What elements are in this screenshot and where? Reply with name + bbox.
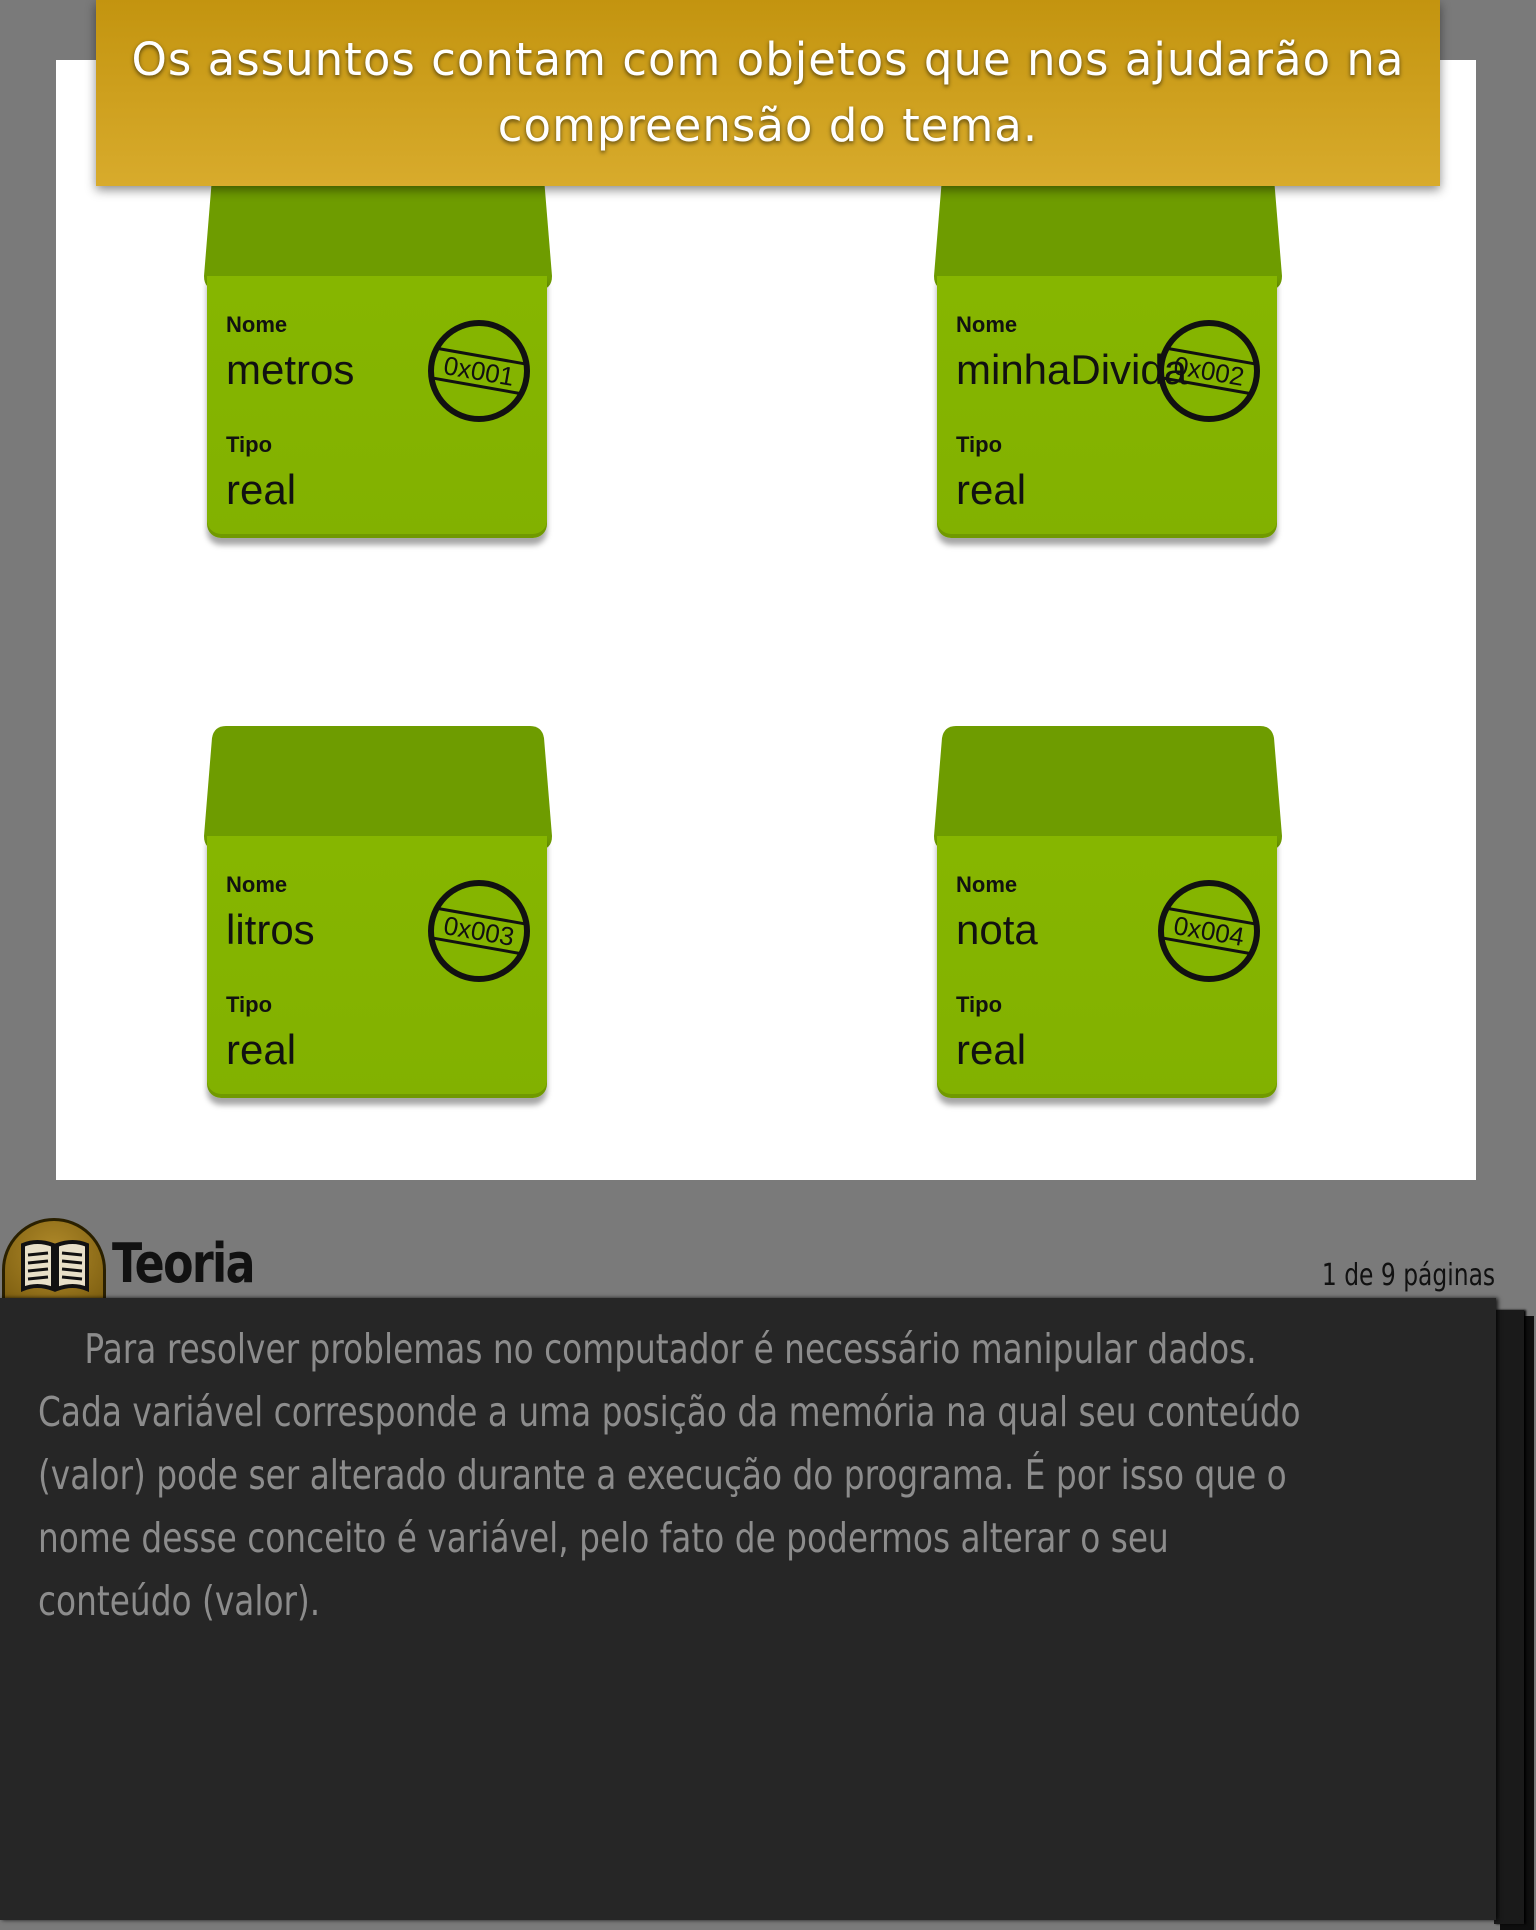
- paragraph-text: Para resolver problemas no computador é …: [38, 1325, 1301, 1625]
- memory-address-stamp: 0x004: [1158, 880, 1260, 982]
- svg-text:0x002: 0x002: [1172, 350, 1247, 392]
- name-label: Nome: [226, 312, 288, 337]
- section-title: Teoria: [112, 1232, 255, 1295]
- memory-address-stamp: 0x002: [1158, 320, 1260, 422]
- page-stack-edge: [1494, 1310, 1524, 1924]
- content-paragraph: Para resolver problemas no computador é …: [38, 1318, 1318, 1633]
- variable-type: real: [226, 466, 297, 513]
- name-label: Nome: [956, 872, 1018, 897]
- variable-type: real: [956, 1026, 1027, 1073]
- type-label: Tipo: [226, 992, 273, 1017]
- variable-box: Nome metros Tipo real 0x001: [204, 166, 552, 558]
- page-counter: 1 de 9 páginas: [1321, 1258, 1495, 1293]
- content-panel[interactable]: Para resolver problemas no computador é …: [0, 1298, 1496, 1920]
- svg-text:0x001: 0x001: [442, 350, 517, 392]
- memory-address-stamp: 0x001: [428, 320, 530, 422]
- variable-type: real: [226, 1026, 297, 1073]
- variable-box: Nome nota Tipo real 0x004: [934, 726, 1282, 1118]
- variable-name: minhaDivida: [956, 346, 1188, 393]
- type-label: Tipo: [226, 432, 273, 457]
- name-label: Nome: [226, 872, 288, 897]
- banner-text: Os assuntos contam com objetos que nos a…: [131, 33, 1405, 152]
- variable-box: Nome minhaDivida Tipo real 0x002: [934, 166, 1282, 558]
- open-book-icon: [2, 1218, 106, 1304]
- variable-box: Nome litros Tipo real 0x003: [204, 726, 552, 1118]
- svg-text:0x004: 0x004: [1172, 910, 1247, 952]
- variable-name: metros: [226, 346, 355, 393]
- type-label: Tipo: [956, 432, 1003, 457]
- type-label: Tipo: [956, 992, 1003, 1017]
- variable-type: real: [956, 466, 1027, 513]
- memory-address-stamp: 0x003: [428, 880, 530, 982]
- name-label: Nome: [956, 312, 1018, 337]
- intro-banner: Os assuntos contam com objetos que nos a…: [96, 0, 1440, 186]
- box-lid: [204, 726, 552, 850]
- svg-text:0x003: 0x003: [442, 910, 517, 952]
- variable-name: nota: [956, 906, 1038, 953]
- variable-name: litros: [226, 906, 315, 953]
- section-header: Teoria 1 de 9 páginas: [0, 1212, 1536, 1304]
- box-lid: [934, 726, 1282, 850]
